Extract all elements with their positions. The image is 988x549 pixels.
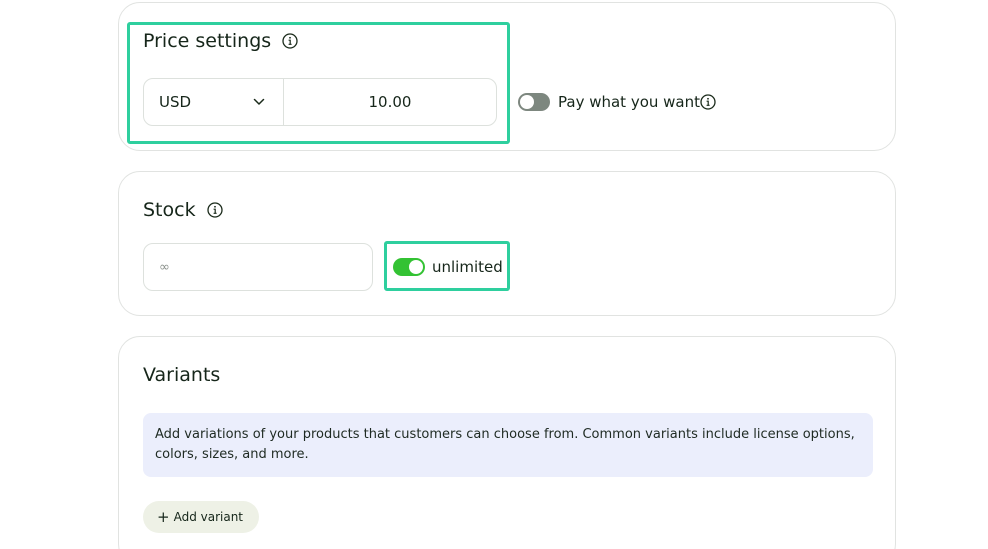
info-icon[interactable]: [207, 202, 223, 218]
page: Price settings USD Pay what you want: [0, 0, 988, 549]
info-icon[interactable]: [700, 94, 716, 110]
add-variant-button[interactable]: + Add variant: [143, 501, 260, 533]
pay-what-you-want-toggle[interactable]: [518, 93, 550, 111]
variants-card: Variants Add variations of your products…: [118, 336, 896, 549]
stock-title: Stock: [143, 199, 196, 221]
variants-title: Variants: [143, 364, 221, 386]
add-variant-label: Add variant: [173, 510, 244, 524]
pay-what-you-want-label: Pay what you want: [558, 93, 701, 111]
price-settings-highlight: [127, 22, 510, 144]
plus-icon: +: [157, 507, 170, 526]
unlimited-toggle-highlight: [384, 241, 510, 291]
toggle-knob: [520, 95, 534, 109]
variants-info-note: Add variations of your products that cus…: [143, 413, 873, 477]
stock-quantity-input[interactable]: [143, 243, 373, 291]
